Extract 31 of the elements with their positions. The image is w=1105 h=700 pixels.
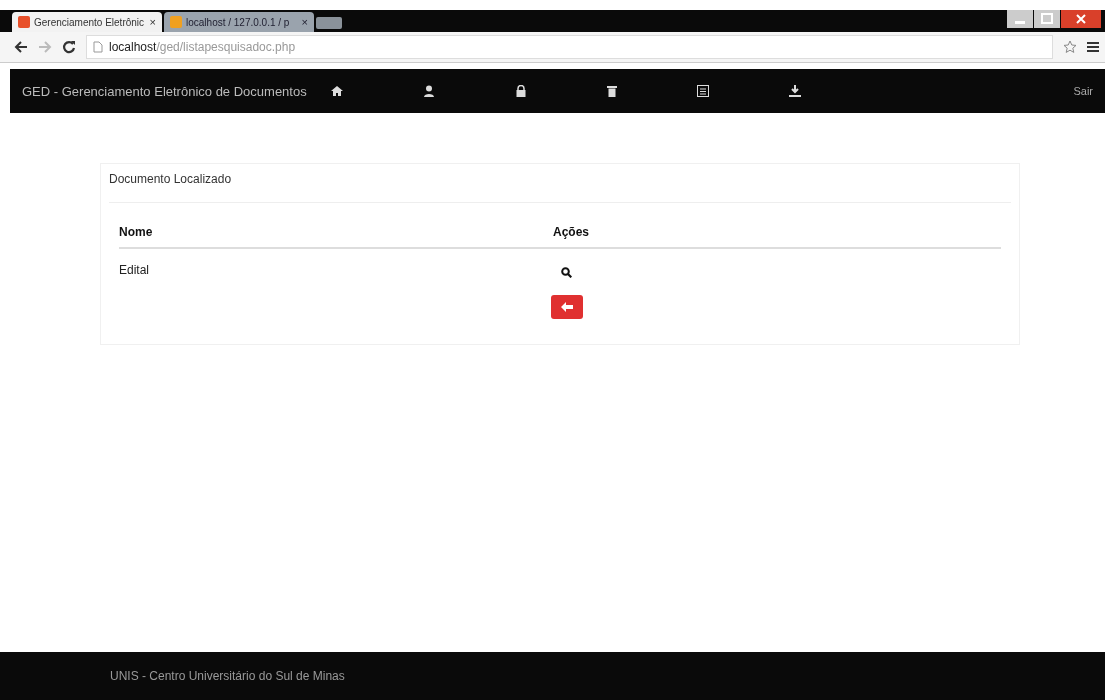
- tab-title: localhost / 127.0.0.1 / p: [186, 16, 291, 28]
- close-icon[interactable]: [1061, 10, 1101, 28]
- home-icon[interactable]: [330, 85, 343, 97]
- column-header: Nome: [119, 225, 154, 239]
- browser-tab[interactable]: localhost / 127.0.0.1 / p ×: [164, 12, 314, 32]
- menu-icon[interactable]: [1087, 41, 1099, 53]
- back-button[interactable]: [551, 295, 583, 319]
- column-header: Ações: [553, 225, 590, 239]
- search-icon[interactable]: [561, 267, 572, 278]
- address-bar[interactable]: localhost/ged/listapesquisadoc.php: [86, 35, 1053, 59]
- lock-icon[interactable]: [514, 85, 527, 97]
- close-tab-button[interactable]: ×: [149, 16, 156, 28]
- browser-tab[interactable]: Gerenciamento Eletrônic ×: [12, 12, 162, 32]
- reload-icon[interactable]: [62, 40, 76, 54]
- list-icon[interactable]: [696, 85, 709, 97]
- star-icon[interactable]: [1063, 40, 1077, 54]
- arrow-left-icon: [561, 302, 573, 312]
- trash-icon[interactable]: [606, 85, 617, 97]
- close-tab-button[interactable]: ×: [301, 16, 308, 28]
- download-icon[interactable]: [788, 85, 801, 97]
- logout-link[interactable]: Sair: [1073, 85, 1093, 97]
- panel-title: Documento Localizado: [109, 172, 1011, 203]
- tab-title: Gerenciamento Eletrônic: [34, 16, 146, 28]
- user-icon[interactable]: [422, 85, 435, 97]
- page-icon: [18, 16, 30, 28]
- page-icon: [170, 16, 182, 28]
- footer-text: UNIS - Centro Universitário do Sul de Minas: [110, 669, 345, 683]
- back-icon[interactable]: [14, 40, 28, 54]
- table-cell-text: Edital: [119, 263, 151, 277]
- page-icon: [93, 41, 103, 53]
- site-title[interactable]: GED - Gerenciamento Eletrônico de Documentos: [22, 83, 307, 99]
